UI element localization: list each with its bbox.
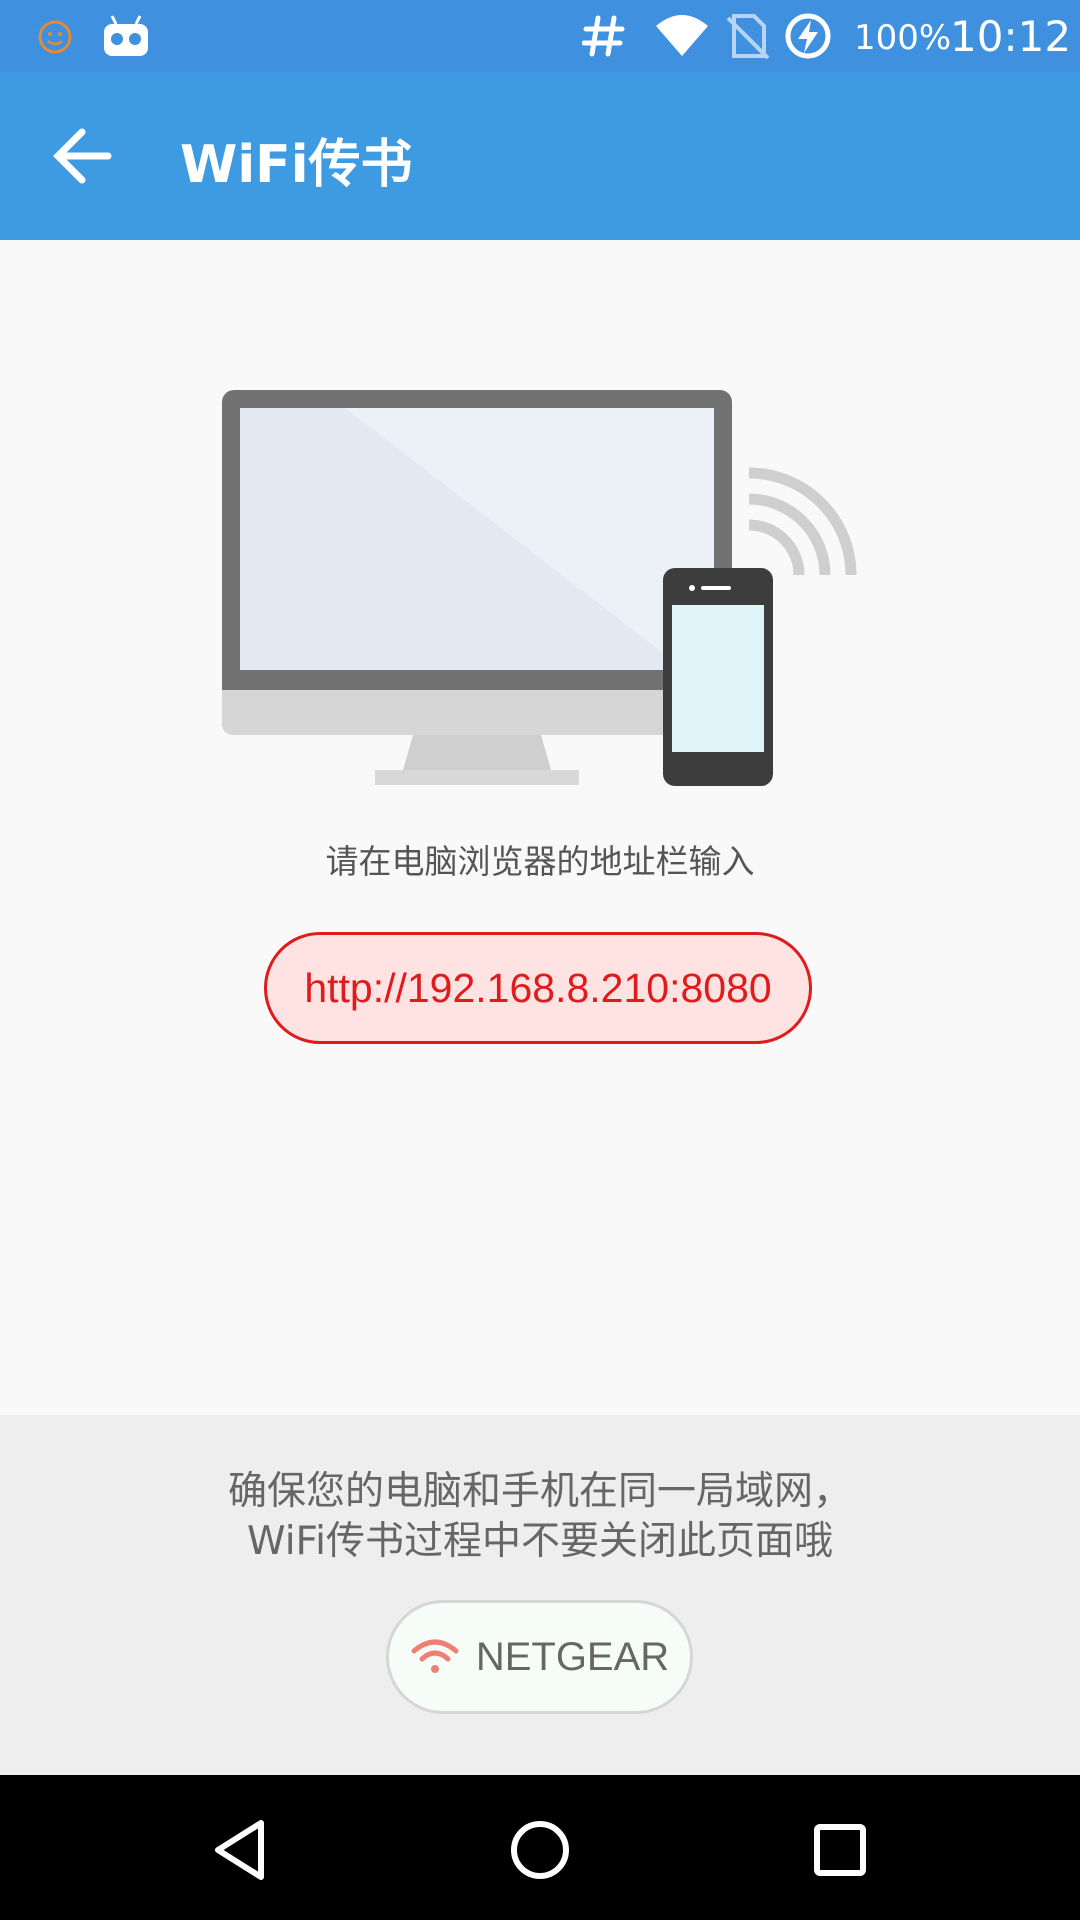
notice-line-1: 确保您的电脑和手机在同一局域网，: [227, 1469, 852, 1514]
back-triangle-icon[interactable]: [206, 1815, 276, 1885]
charging-icon: [785, 13, 831, 59]
notice-line-2: WiFi传书过程中不要关闭此页面哦: [247, 1519, 833, 1564]
hash-icon: [582, 15, 625, 57]
back-button[interactable]: [40, 116, 130, 196]
app-bar: WiFi传书: [0, 72, 1080, 240]
no-sim-icon: [726, 14, 770, 60]
robot-icon: [104, 15, 148, 56]
home-circle-icon[interactable]: [505, 1815, 575, 1885]
notice-text: 确保您的电脑和手机在同一局域网， WiFi传书过程中不要关闭此页面哦: [0, 1467, 1080, 1567]
navigation-bar: [0, 1775, 1080, 1920]
wifi-waves-icon: [748, 467, 857, 576]
wifi-icon: [656, 15, 708, 56]
network-button[interactable]: NETGEAR: [386, 1600, 693, 1714]
battery-percentage: 100%: [854, 18, 952, 58]
status-bar: 100% 10:12: [0, 0, 1080, 72]
server-url[interactable]: http://192.168.8.210:8080: [264, 932, 812, 1044]
back-arrow-icon: [53, 128, 112, 184]
wifi-icon: [411, 1639, 459, 1673]
bottom-panel: 确保您的电脑和手机在同一局域网， WiFi传书过程中不要关闭此页面哦 NETGE…: [0, 1415, 1080, 1775]
smiley-icon: [38, 20, 72, 54]
clock: 10:12: [950, 12, 1072, 61]
network-name: NETGEAR: [475, 1634, 670, 1679]
computer-phone-wifi-illustration: [222, 390, 857, 786]
recents-square-icon[interactable]: [805, 1815, 875, 1885]
page-title: WiFi传书: [180, 135, 413, 195]
instruction-text: 请在电脑浏览器的地址栏输入: [325, 842, 755, 881]
